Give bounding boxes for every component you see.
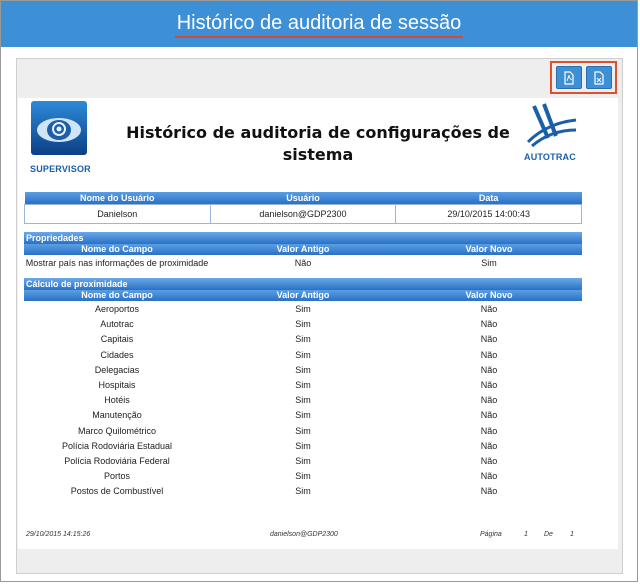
section-title: Cálculo de proximidade bbox=[24, 278, 582, 290]
table-cell: Hotéis bbox=[104, 395, 130, 406]
table-cell: Não bbox=[480, 395, 498, 406]
table-cell: Sim bbox=[295, 486, 311, 497]
header-user: Usuário bbox=[210, 192, 396, 205]
table-row: Marco Quilométrico Sim Não bbox=[24, 424, 582, 439]
table-row: Manutenção Sim Não bbox=[24, 408, 582, 423]
table-cell: Não bbox=[480, 410, 498, 421]
table-cell: Polícia Rodoviária Federal bbox=[64, 456, 170, 466]
window-title: Histórico de auditoria de sessão bbox=[174, 11, 464, 38]
supervisor-logo-icon bbox=[31, 101, 87, 155]
table-cell: Sim bbox=[295, 319, 311, 330]
table-row: Aeroportos Sim Não bbox=[24, 302, 582, 317]
table-cell: Não bbox=[480, 364, 498, 375]
table-row: Portos Sim Não bbox=[24, 469, 582, 484]
table-cell: Não bbox=[294, 258, 312, 268]
table-cell: Sim bbox=[295, 425, 311, 436]
export-pdf-button[interactable] bbox=[556, 66, 582, 89]
excel-export-icon bbox=[594, 70, 604, 85]
table-row: Cidades Sim Não bbox=[24, 348, 582, 363]
header-user-name: Nome do Usuário bbox=[24, 192, 211, 205]
column-header: Valor Novo bbox=[465, 290, 513, 300]
section-column-header: Nome do Campo Valor Antigo Valor Novo bbox=[24, 244, 582, 255]
table-cell: Sim bbox=[295, 471, 311, 482]
table-cell: Marco Quilométrico bbox=[77, 425, 157, 436]
user-info-table: Nome do Usuário Usuário Data Danielson d… bbox=[24, 192, 582, 224]
table-row: Delegacias Sim Não bbox=[24, 363, 582, 378]
table-row: Polícia Rodoviária Estadual Sim Não bbox=[24, 439, 582, 454]
title-bar: Histórico de auditoria de sessão bbox=[1, 1, 637, 47]
section-title: Propriedades bbox=[24, 232, 582, 244]
table-row: Hospitais Sim Não bbox=[24, 378, 582, 393]
autotrac-logo-icon bbox=[526, 103, 577, 148]
header-date: Data bbox=[395, 192, 582, 205]
table-cell: Não bbox=[480, 486, 498, 497]
table-cell: Sim bbox=[295, 440, 311, 451]
user-table-row: Danielson danielson@GDP2300 29/10/2015 1… bbox=[24, 204, 582, 224]
table-cell: Manutenção bbox=[92, 410, 142, 421]
footer-of-label: De bbox=[544, 531, 553, 538]
table-row: Hotéis Sim Não bbox=[24, 393, 582, 408]
supervisor-logo: SUPERVISOR bbox=[30, 100, 91, 178]
table-row: Polícia Rodoviária Federal Sim Não bbox=[24, 454, 582, 469]
cell-user-name: Danielson bbox=[24, 204, 211, 224]
table-cell: Sim bbox=[295, 456, 311, 466]
table-cell: Sim bbox=[295, 304, 311, 314]
table-cell: Postos de Combustível bbox=[70, 486, 164, 497]
cell-date: 29/10/2015 14:00:43 bbox=[395, 204, 582, 224]
table-cell: Sim bbox=[295, 349, 311, 360]
pdf-export-icon bbox=[564, 70, 574, 85]
supervisor-logo-caption: SUPERVISOR bbox=[30, 164, 91, 174]
table-row: Autotrac Sim Não bbox=[24, 317, 582, 332]
table-cell: Portos bbox=[103, 471, 130, 482]
table-row: Capitais Sim Não bbox=[24, 332, 582, 347]
cell-user: danielson@GDP2300 bbox=[209, 204, 397, 224]
table-cell: Não bbox=[480, 380, 498, 390]
column-header: Valor Novo bbox=[465, 244, 513, 254]
table-cell: Polícia Rodoviária Estadual bbox=[61, 440, 173, 451]
section-column-header: Nome do Campo Valor Antigo Valor Novo bbox=[24, 290, 582, 301]
table-cell: Não bbox=[480, 471, 498, 482]
table-cell: Não bbox=[480, 334, 498, 345]
table-cell: Não bbox=[480, 304, 498, 314]
table-cell: Sim bbox=[295, 380, 311, 390]
autotrac-logo: AUTOTRAC bbox=[522, 102, 582, 164]
table-cell: Não bbox=[480, 440, 498, 451]
column-header: Valor Antigo bbox=[276, 244, 330, 254]
table-cell: Sim bbox=[295, 395, 311, 406]
user-table-header: Nome do Usuário Usuário Data bbox=[24, 192, 582, 205]
table-row: Mostrar país nas informações de proximid… bbox=[24, 256, 582, 271]
footer-page-total: 1 bbox=[570, 531, 574, 538]
table-cell: Sim bbox=[295, 364, 311, 375]
table-cell: Delegacias bbox=[94, 364, 140, 375]
table-cell: Não bbox=[480, 349, 498, 360]
report-title: Histórico de auditoria de configurações … bbox=[126, 123, 510, 164]
footer-page-number: 1 bbox=[524, 531, 528, 538]
footer-page-label: Página bbox=[480, 531, 502, 538]
autotrac-logo-caption: AUTOTRAC bbox=[524, 152, 576, 162]
table-cell: Hospitais bbox=[98, 380, 136, 390]
table-cell: Cidades bbox=[100, 349, 134, 360]
table-cell: Capitais bbox=[100, 334, 134, 345]
column-header: Nome do Campo bbox=[81, 244, 153, 254]
table-cell: Aeroportos bbox=[94, 304, 140, 314]
table-cell: Sim bbox=[481, 258, 497, 268]
table-row: Postos de Combustível Sim Não bbox=[24, 484, 582, 499]
table-cell: Não bbox=[480, 456, 498, 466]
table-cell: Não bbox=[480, 319, 498, 330]
table-cell: Sim bbox=[295, 334, 311, 345]
report-page: SUPERVISOR AUTOTRAC Histórico de auditor… bbox=[18, 98, 618, 549]
column-header: Valor Antigo bbox=[276, 290, 330, 300]
table-cell: Autotrac bbox=[100, 319, 134, 330]
footer-timestamp: 29/10/2015 14:15:26 bbox=[26, 531, 91, 538]
export-excel-button[interactable] bbox=[586, 66, 612, 89]
table-cell: Sim bbox=[295, 410, 311, 421]
table-cell: Mostrar país nas informações de proximid… bbox=[25, 258, 209, 268]
table-cell: Não bbox=[480, 425, 498, 436]
footer-user: danielson@GDP2300 bbox=[270, 531, 338, 538]
column-header: Nome do Campo bbox=[81, 290, 153, 300]
